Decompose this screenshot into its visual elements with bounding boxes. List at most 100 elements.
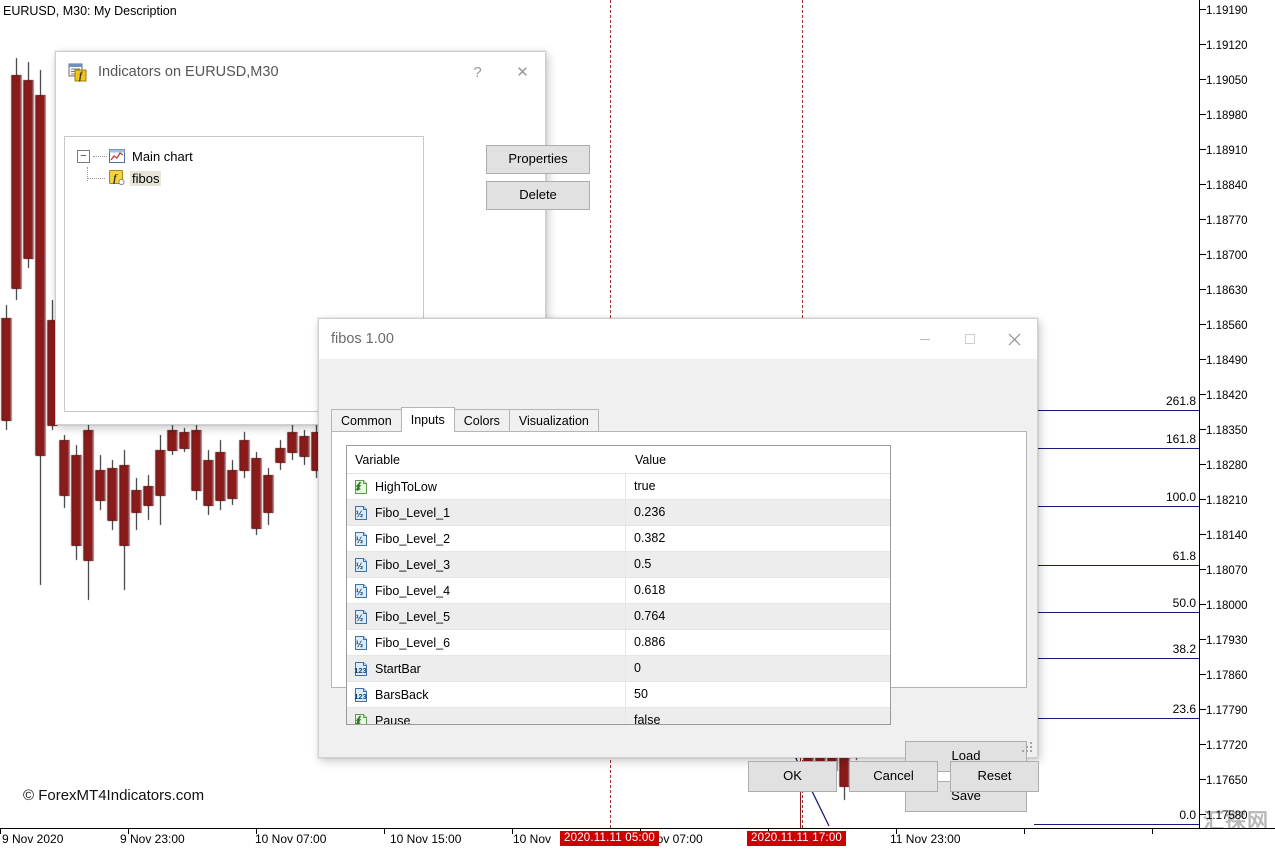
svg-text:123: 123 [354, 692, 367, 701]
fibonacci-level-line [1034, 565, 1199, 566]
table-row[interactable]: ½ Fibo_Level_5 0.764 [347, 604, 890, 630]
maximize-icon[interactable] [947, 319, 992, 359]
minimize-icon[interactable] [902, 319, 947, 359]
price-axis-tick: 1.17790 [1200, 705, 1275, 717]
int-icon: 123 [353, 661, 369, 677]
table-row[interactable]: Pause false [347, 708, 890, 725]
parameter-name: Pause [375, 713, 411, 725]
dialog-action-buttons: OK Cancel Reset [748, 761, 1039, 792]
function-icon: f [109, 170, 125, 186]
fibonacci-level-label: 50.0 [1172, 596, 1196, 610]
help-icon[interactable]: ? [455, 52, 500, 92]
parameter-value[interactable]: 0.382 [625, 526, 890, 551]
indicators-dialog-titlebar[interactable]: f Indicators on EURUSD,M30 ? ✕ [56, 52, 545, 92]
table-row[interactable]: ½ Fibo_Level_2 0.382 [347, 526, 890, 552]
ok-button[interactable]: OK [748, 761, 837, 792]
parameter-name: StartBar [375, 661, 421, 676]
parameter-name: Fibo_Level_5 [375, 609, 451, 624]
fibos-titlebar-buttons [902, 319, 1037, 359]
fibonacci-level-line [1034, 612, 1199, 613]
table-row[interactable]: ½ Fibo_Level_6 0.886 [347, 630, 890, 656]
table-row[interactable]: ½ Fibo_Level_4 0.618 [347, 578, 890, 604]
parameter-value[interactable]: 50 [625, 682, 890, 707]
collapse-icon[interactable]: − [77, 149, 90, 163]
tree-item-fibos[interactable]: f fibos [65, 167, 423, 189]
chart-symbol-label: EURUSD, M30: My Description [3, 4, 177, 18]
parameters-table[interactable]: Variable Value HighToLow true ½ Fibo_Level_… [346, 445, 891, 725]
parameter-value[interactable]: 0.886 [625, 630, 890, 655]
table-row[interactable]: 123 StartBar 0 [347, 656, 890, 682]
time-axis-marker: 2020.11.11 05:00 [560, 831, 660, 846]
tab-visualization[interactable]: Visualization [508, 409, 599, 432]
double-icon: ½ [353, 609, 369, 625]
reset-button[interactable]: Reset [950, 761, 1039, 792]
svg-text:½: ½ [356, 535, 364, 545]
time-axis-tickmark [0, 829, 1, 834]
price-axis-tick: 1.18000 [1200, 600, 1275, 612]
fibos-tabstrip[interactable]: Common Inputs Colors Visualization [331, 407, 599, 432]
price-axis-tick: 1.18560 [1200, 320, 1275, 332]
chart-icon [109, 148, 125, 164]
time-axis-label: 10 Nov 15:00 [390, 832, 462, 846]
table-row[interactable]: ½ Fibo_Level_3 0.5 [347, 552, 890, 578]
parameter-value[interactable]: 0.618 [625, 578, 890, 603]
tree-item-label: fibos [130, 170, 162, 186]
price-axis-tick: 1.17650 [1200, 775, 1275, 787]
column-header-value: Value [635, 452, 667, 467]
price-axis-tick: 1.19190 [1200, 5, 1275, 17]
close-icon[interactable]: ✕ [500, 52, 545, 92]
tab-colors[interactable]: Colors [453, 409, 510, 432]
parameter-value[interactable]: false [625, 708, 890, 724]
parameter-value[interactable]: 0.236 [625, 500, 890, 525]
fibos-dialog-titlebar[interactable]: fibos 1.00 [319, 319, 1037, 359]
parameter-value[interactable]: true [625, 474, 890, 499]
int-icon: 123 [353, 687, 369, 703]
time-axis-tickmark [384, 829, 385, 834]
inputs-tab-panel: Variable Value HighToLow true ½ Fibo_Level_… [331, 431, 1027, 812]
table-row[interactable]: HighToLow true [347, 474, 890, 500]
fibos-dialog-body: Common Inputs Colors Visualization Variable… [319, 359, 1039, 812]
parameter-value[interactable]: 0 [625, 656, 890, 681]
svg-text:½: ½ [356, 561, 364, 571]
table-row[interactable]: ½ Fibo_Level_1 0.236 [347, 500, 890, 526]
svg-text:½: ½ [356, 639, 364, 649]
properties-button[interactable]: Properties [486, 145, 590, 174]
tab-inputs[interactable]: Inputs [400, 407, 455, 432]
time-axis-tickmark [1152, 829, 1153, 834]
fibonacci-level-label: 61.8 [1172, 549, 1196, 563]
fibonacci-level-label: 161.8 [1165, 432, 1196, 446]
fibonacci-level-line [1034, 658, 1199, 659]
price-axis-tick: 1.18280 [1200, 460, 1275, 472]
time-axis-label: 9 Nov 2020 [2, 832, 64, 846]
double-icon: ½ [353, 505, 369, 521]
price-axis[interactable]: 1.19190 1.19120 1.19050 1.18980 1.18910 1.188… [1200, 0, 1275, 852]
fibos-properties-dialog[interactable]: fibos 1.00 Common Inputs Colors Visualizati… [318, 318, 1039, 812]
cancel-button[interactable]: Cancel [849, 761, 938, 792]
tree-item-main-chart[interactable]: − Main chart [65, 145, 423, 167]
parameter-value[interactable]: 0.764 [625, 604, 890, 629]
price-axis-tick: 1.18840 [1200, 180, 1275, 192]
price-axis-tick: 1.18490 [1200, 355, 1275, 367]
mt4-application-window: 261.8 161.8 100.0 61.8 50.0 38.2 23.6 0.0 EURUS… [0, 0, 1275, 852]
fibonacci-level-label: 23.6 [1172, 702, 1196, 716]
double-icon: ½ [353, 531, 369, 547]
resize-grip[interactable] [1022, 742, 1034, 754]
time-axis-label: 10 Nov [513, 832, 552, 846]
parameter-name: BarsBack [375, 687, 429, 702]
double-icon: ½ [353, 557, 369, 573]
time-axis[interactable]: 9 Nov 2020 9 Nov 23:00 10 Nov 07:00 10 Nov … [0, 829, 1275, 852]
tree-connector [93, 155, 107, 157]
price-axis-tick: 1.18980 [1200, 110, 1275, 122]
price-axis-tick: 1.18070 [1200, 565, 1275, 577]
bool-icon [353, 713, 369, 724]
delete-button[interactable]: Delete [486, 181, 590, 210]
table-row[interactable]: 123 BarsBack 50 [347, 682, 890, 708]
price-axis-tick: 1.18630 [1200, 285, 1275, 297]
price-axis-tick: 1.19120 [1200, 40, 1275, 52]
svg-text:½: ½ [356, 613, 364, 623]
close-icon[interactable] [992, 319, 1037, 359]
tab-common[interactable]: Common [331, 409, 402, 432]
price-axis-tick: 1.18700 [1200, 250, 1275, 262]
fibonacci-level-line [1034, 506, 1199, 507]
parameter-value[interactable]: 0.5 [625, 552, 890, 577]
